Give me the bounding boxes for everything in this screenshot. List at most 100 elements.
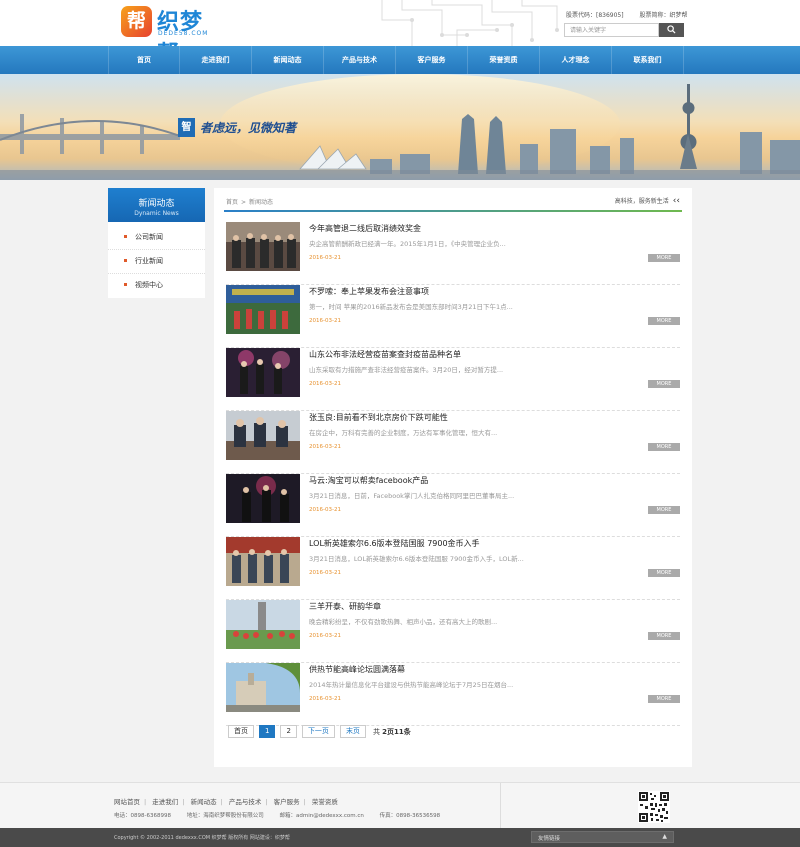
bullet-icon (124, 235, 127, 238)
pager-total: 共 2页11条 (372, 727, 411, 736)
news-title[interactable]: 供热节能高峰论坛圆满落幕 (309, 664, 405, 675)
sidebar-title: 新闻动态 (138, 199, 175, 209)
stock-code: 股票代码：[836905] (566, 12, 624, 19)
header: 帮 织梦帮 DEDE58.COM 股票代码：[836905] 股票简称：织梦帮 … (0, 0, 800, 67)
pager-next[interactable]: 下一页 (301, 725, 335, 738)
divider (500, 783, 501, 829)
slogan-text: 者虑远，见微知著 (200, 121, 297, 135)
news-thumbnail[interactable] (226, 285, 300, 334)
footer-link-service[interactable]: 客户服务 (274, 798, 300, 806)
more-button[interactable]: MORE (648, 443, 680, 451)
news-summary: 晚会精彩纷呈，不仅有劲歌热舞、相声小品，还有高大上的歌剧... (309, 618, 498, 626)
footer-phone: 电话：0898-6368998 (114, 813, 171, 819)
news-date: 2016-03-21 (309, 570, 341, 576)
news-thumbnail[interactable] (226, 663, 300, 712)
news-title[interactable]: 张玉良:目前看不到北京房价下跌可能性 (309, 412, 448, 423)
skyline-illustration (0, 74, 800, 180)
breadcrumb: 首页 > 新闻动态 (226, 199, 274, 206)
news-title[interactable]: 不罗嗦：奉上苹果发布会注意事项 (309, 286, 429, 297)
news-title[interactable]: 山东公布非法经营疫苗案查封疫苗品种名单 (309, 349, 461, 360)
news-thumbnail[interactable] (226, 474, 300, 523)
breadcrumb-home[interactable]: 首页 (226, 199, 238, 206)
sidebar-item-video-center[interactable]: 视频中心 (108, 274, 205, 298)
copyright-text: Copyright © 2002-2011 dedexxx.COM 织梦帮 版权… (114, 835, 290, 841)
nav-item-contact[interactable]: 联系我们 (612, 46, 684, 74)
news-date: 2016-03-21 (309, 255, 341, 261)
news-title[interactable]: 今年高管退二线后取消绩效奖金 (309, 223, 421, 234)
news-date: 2016-03-21 (309, 444, 341, 450)
footer-link-products[interactable]: 产品与技术 (229, 798, 262, 806)
site-logo[interactable]: 帮 织梦帮 DEDE58.COM (121, 6, 225, 67)
footer-link-about[interactable]: 走进我们 (152, 798, 178, 806)
more-button[interactable]: MORE (648, 569, 680, 577)
news-date: 2016-03-21 (309, 633, 341, 639)
footer-email: 邮箱：admin@dedexxx.com.cn (279, 813, 364, 819)
pager-page-1[interactable]: 1 (259, 725, 276, 738)
tagline-text: 高科技，服务新生活 (614, 198, 669, 205)
news-thumbnail[interactable] (226, 411, 300, 460)
nav-item-about[interactable]: 走进我们 (180, 46, 252, 74)
footer-fax: 传真：0898-36536598 (379, 813, 441, 819)
news-item[interactable]: 山东公布非法经营疫苗案查封疫苗品种名单 山东采取有力措施严查非法经营疫苗案件。3… (226, 348, 680, 411)
nav-item-talent[interactable]: 人才理念 (540, 46, 612, 74)
news-date: 2016-03-21 (309, 696, 341, 702)
divider (224, 210, 682, 212)
sidebar: 新闻动态 Dynamic News 公司新闻 行业新闻 视频中心 (108, 188, 205, 298)
sidebar-item-industry-news[interactable]: 行业新闻 (108, 250, 205, 274)
more-button[interactable]: MORE (648, 632, 680, 640)
more-button[interactable]: MORE (648, 380, 680, 388)
news-item[interactable]: LOL新英雄索尔6.6版本登陆国服 7900金币入手 3月21日消息，LOL新英… (226, 537, 680, 600)
nav-item-home[interactable]: 首页 (108, 46, 180, 74)
news-item[interactable]: 不罗嗦：奉上苹果发布会注意事项 第一，时间 苹果的2016新品发布会是美国东部时… (226, 285, 680, 348)
sidebar-header: 新闻动态 Dynamic News (108, 188, 205, 222)
nav-item-products[interactable]: 产品与技术 (324, 46, 396, 74)
chevron-up-icon: ▲ (662, 833, 667, 840)
nav-item-service[interactable]: 客户服务 (396, 46, 468, 74)
news-summary: 在房企中，万科有完善的企业制度，万达有军事化管理，恒大有... (309, 429, 498, 437)
stock-name: 股票简称：织梦帮 (639, 12, 688, 19)
bullet-icon (124, 283, 127, 286)
news-thumbnail[interactable] (226, 600, 300, 649)
footer-link-home[interactable]: 网站首页 (114, 798, 140, 806)
more-button[interactable]: MORE (648, 695, 680, 703)
footer-link-honors[interactable]: 荣誉资质 (312, 798, 338, 806)
breadcrumb-current[interactable]: 新闻动态 (249, 199, 273, 206)
news-item[interactable]: 三羊开泰、研韵华章 晚会精彩纷呈，不仅有劲歌热舞、相声小品，还有高大上的歌剧..… (226, 600, 680, 663)
news-summary: 山东采取有力措施严查非法经营疫苗案件。3月20日，经对暂方提... (309, 366, 504, 374)
logo-mark: 帮 (121, 6, 152, 37)
more-button[interactable]: MORE (648, 317, 680, 325)
more-button[interactable]: MORE (648, 254, 680, 262)
footer-link-news[interactable]: 新闻动态 (191, 798, 217, 806)
news-thumbnail[interactable] (226, 222, 300, 271)
hero-banner: 智 者虑远，见微知著 (0, 74, 800, 180)
news-item[interactable]: 今年高管退二线后取消绩效奖金 央企高管薪酬新政已经满一年。2015年1月1日，《… (226, 222, 680, 285)
sidebar-item-label: 视频中心 (135, 281, 163, 289)
news-item[interactable]: 供热节能高峰论坛圆满落幕 2014年热计量信息化平台建设与供热节能高峰论坛于7月… (226, 663, 680, 726)
nav-item-news[interactable]: 新闻动态 (252, 46, 324, 74)
search-input[interactable]: 请输入关键字 (564, 23, 659, 37)
search-button[interactable] (659, 23, 684, 37)
footer: 网站首页 | 走进我们 | 新闻动态 | 产品与技术 | 客户服务 | 荣誉资质 电话：0… (0, 782, 800, 829)
sidebar-item-company-news[interactable]: 公司新闻 (108, 226, 205, 250)
news-item[interactable]: 张玉良:目前看不到北京房价下跌可能性 在房企中，万科有完善的企业制度，万达有军事… (226, 411, 680, 474)
news-title[interactable]: 三羊开泰、研韵华章 (309, 601, 381, 612)
pager-page-2[interactable]: 2 (280, 725, 297, 738)
main-nav: 首页 走进我们 新闻动态 产品与技术 客户服务 荣誉资质 人才理念 联系我们 (0, 46, 800, 74)
qr-code-icon (638, 791, 670, 823)
news-thumbnail[interactable] (226, 537, 300, 586)
main-content: 首页 > 新闻动态 高科技，服务新生活 ‹‹ 今年高管退二线后取消绩效奖金 央企高管薪… (214, 188, 692, 767)
news-title[interactable]: LOL新英雄索尔6.6版本登陆国服 7900金币入手 (309, 538, 480, 549)
copyright-bar: Copyright © 2002-2011 dedexxx.COM 织梦帮 版权… (0, 828, 800, 847)
double-chevron-left-icon: ‹‹ (672, 196, 680, 206)
news-item[interactable]: 马云:淘宝可以帮卖facebook产品 3月21日消息，日前，Facebook掌… (226, 474, 680, 537)
footer-contact: 电话：0898-6368998 地址：海南织梦帮股份有限公司 邮箱：admin@… (114, 811, 454, 819)
friend-links-select[interactable]: 友情链接 ▲ (531, 831, 674, 843)
news-summary: 3月21日消息，日前，Facebook掌门人扎克伯格同阿里巴巴董事局主... (309, 492, 515, 500)
more-button[interactable]: MORE (648, 506, 680, 514)
news-thumbnail[interactable] (226, 348, 300, 397)
nav-item-honors[interactable]: 荣誉资质 (468, 46, 540, 74)
news-title[interactable]: 马云:淘宝可以帮卖facebook产品 (309, 475, 428, 486)
news-summary: 第一，时间 苹果的2016新品发布会是美国东部时间3月21日下午1点... (309, 303, 513, 311)
pager-last[interactable]: 末页 (339, 725, 366, 738)
pager-first[interactable]: 首页 (228, 725, 254, 738)
